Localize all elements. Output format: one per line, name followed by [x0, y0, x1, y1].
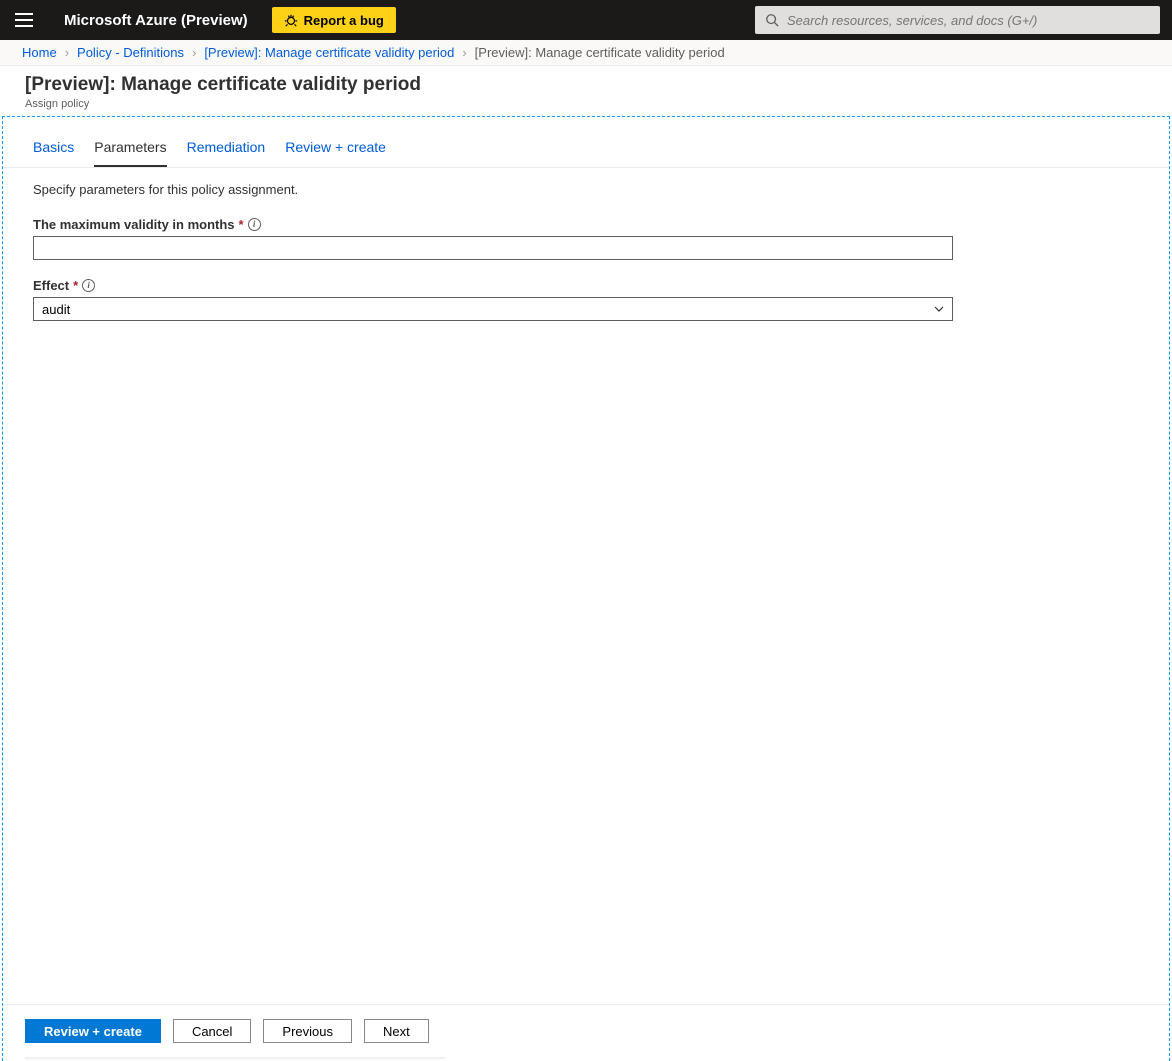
effect-label: Effect: [33, 278, 69, 293]
breadcrumb-preview-policy[interactable]: [Preview]: Manage certificate validity p…: [204, 45, 454, 60]
menu-icon[interactable]: [12, 8, 36, 32]
breadcrumb-current: [Preview]: Manage certificate validity p…: [475, 45, 725, 60]
breadcrumb-policy-definitions[interactable]: Policy - Definitions: [77, 45, 184, 60]
breadcrumb-separator: ›: [462, 45, 466, 60]
tab-remediation[interactable]: Remediation: [187, 139, 266, 167]
report-bug-label: Report a bug: [304, 13, 384, 28]
previous-button[interactable]: Previous: [263, 1019, 352, 1043]
info-icon[interactable]: i: [82, 279, 95, 292]
search-input[interactable]: [787, 13, 1150, 28]
info-icon[interactable]: i: [248, 218, 261, 231]
form-body: Specify parameters for this policy assig…: [3, 168, 1169, 1004]
field-max-validity: The maximum validity in months * i: [33, 217, 953, 260]
brand-title: Microsoft Azure (Preview): [64, 12, 248, 29]
content-panel: Basics Parameters Remediation Review + c…: [2, 116, 1170, 1061]
effect-select[interactable]: audit: [33, 297, 953, 321]
review-create-button[interactable]: Review + create: [25, 1019, 161, 1043]
tab-basics[interactable]: Basics: [33, 139, 74, 167]
report-bug-button[interactable]: Report a bug: [272, 7, 396, 33]
top-bar: Microsoft Azure (Preview) Report a bug: [0, 0, 1172, 40]
tab-bar: Basics Parameters Remediation Review + c…: [3, 117, 1169, 168]
bug-icon: [284, 13, 298, 27]
required-indicator: *: [73, 278, 78, 293]
breadcrumb-separator: ›: [192, 45, 196, 60]
field-effect: Effect * i audit: [33, 278, 953, 321]
max-validity-input[interactable]: [33, 236, 953, 260]
tab-parameters[interactable]: Parameters: [94, 139, 166, 167]
title-bar: [Preview]: Manage certificate validity p…: [0, 66, 1172, 116]
breadcrumb-home[interactable]: Home: [22, 45, 57, 60]
form-intro: Specify parameters for this policy assig…: [33, 182, 1139, 197]
breadcrumb-separator: ›: [65, 45, 69, 60]
cancel-button[interactable]: Cancel: [173, 1019, 251, 1043]
next-button[interactable]: Next: [364, 1019, 429, 1043]
global-search[interactable]: [755, 6, 1160, 34]
required-indicator: *: [239, 217, 244, 232]
page-subtitle: Assign policy: [25, 98, 1150, 110]
page-title: [Preview]: Manage certificate validity p…: [25, 74, 1150, 96]
max-validity-label: The maximum validity in months: [33, 217, 235, 232]
breadcrumb: Home › Policy - Definitions › [Preview]:…: [0, 40, 1172, 66]
footer-bar: Review + create Cancel Previous Next: [3, 1004, 1169, 1057]
footer-shadow: [25, 1057, 445, 1061]
tab-review-create[interactable]: Review + create: [285, 139, 386, 167]
search-icon: [765, 13, 779, 27]
